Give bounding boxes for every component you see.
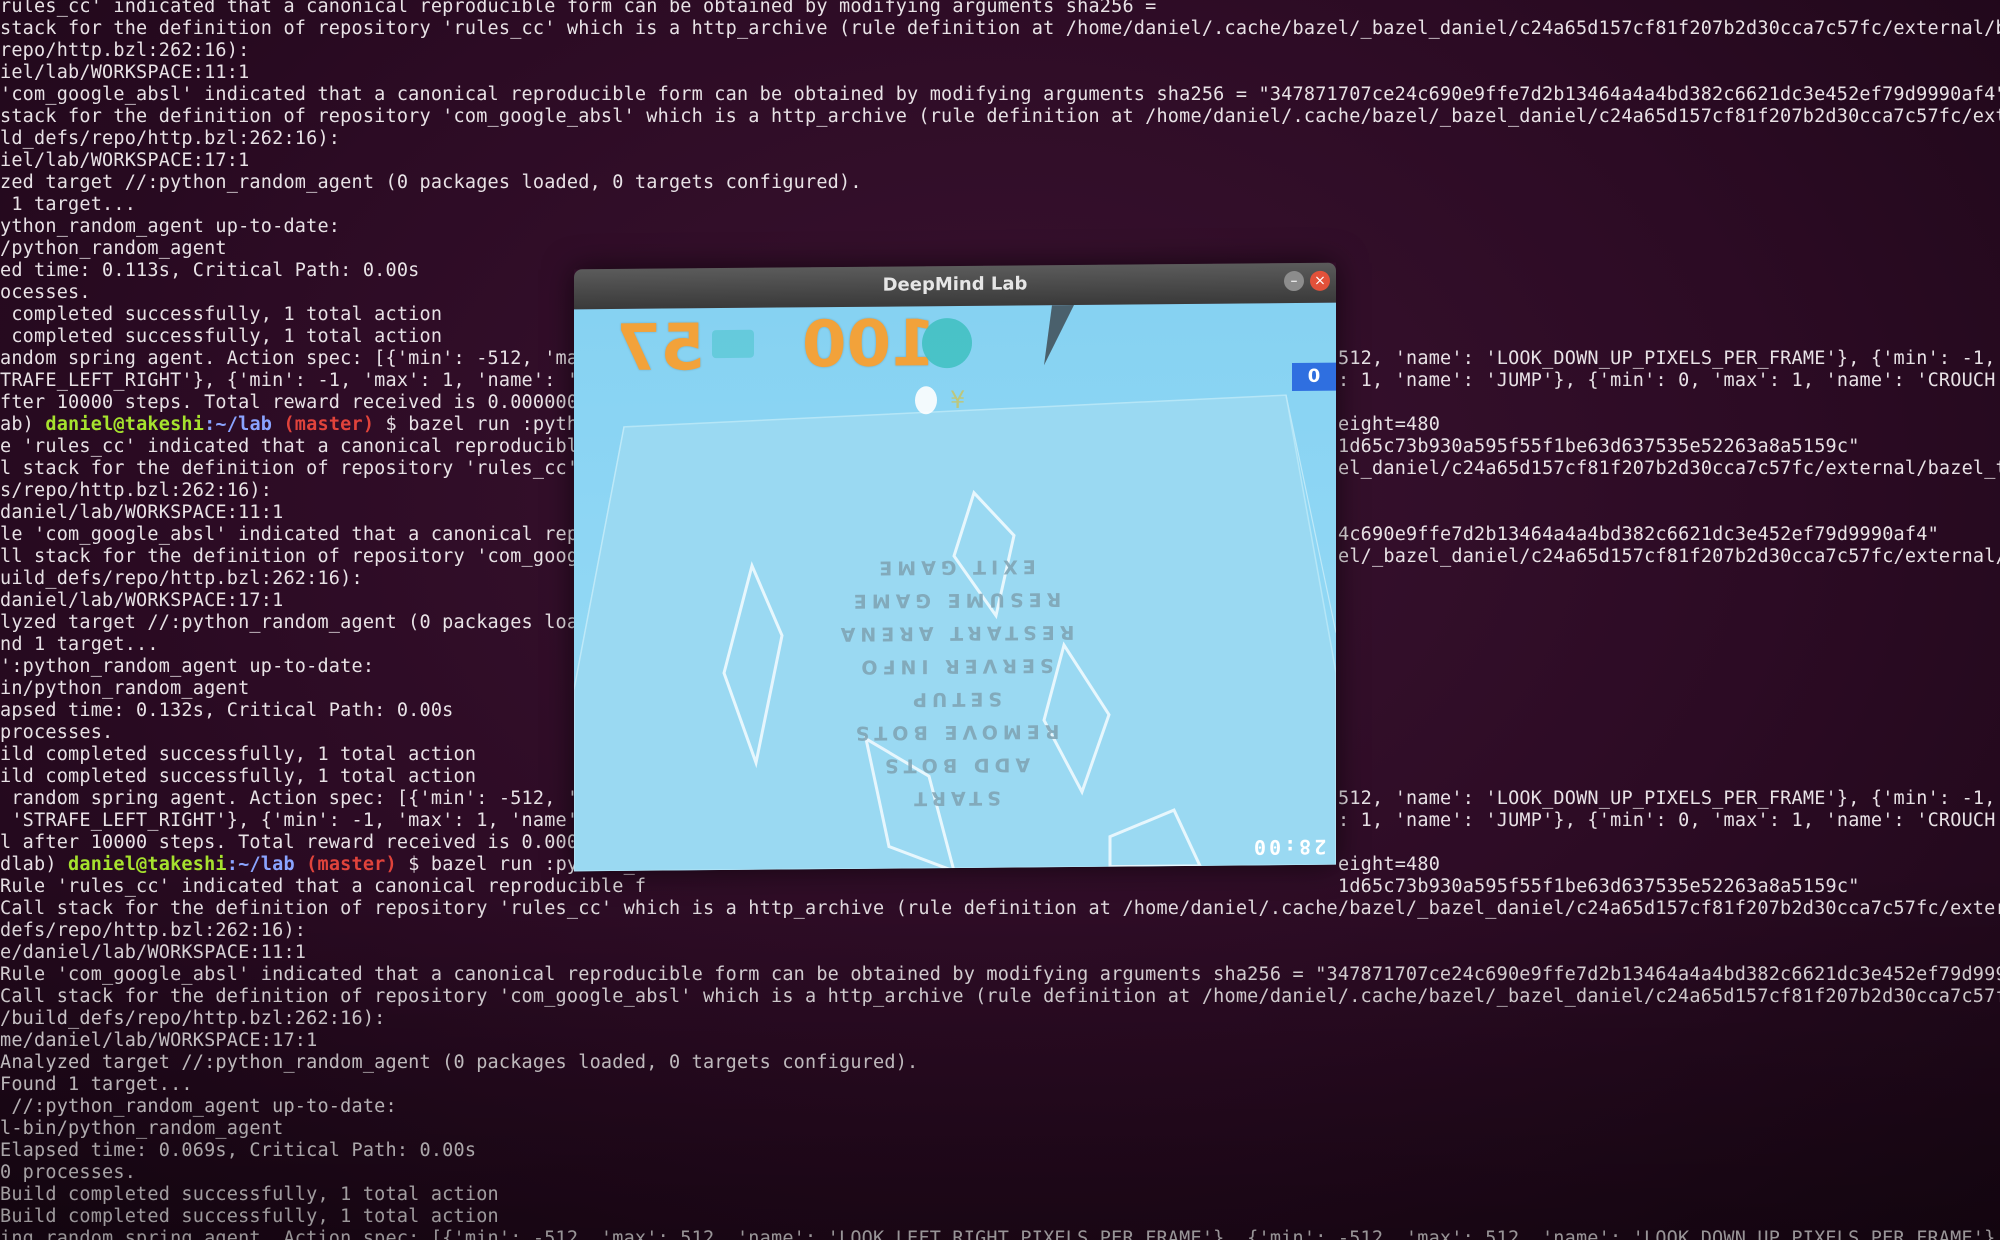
terminal-line: iel/lab/WORKSPACE:17:1 [0, 150, 250, 171]
terminal-line-right: 512, 'name': 'LOOK_DOWN_UP_PIXELS_PER_FR… [1338, 348, 2000, 369]
armor-icon [712, 329, 754, 359]
minimize-button[interactable]: – [1284, 270, 1304, 292]
terminal-line: l stack for the definition of repository… [0, 458, 624, 479]
terminal-line: random spring agent. Action spec: [{'min… [0, 788, 635, 809]
terminal-line: l-bin/python_random_agent [0, 1118, 284, 1139]
terminal-line: in/python_random_agent [0, 678, 250, 699]
terminal-line: Rule 'com_google_absl' indicated that a … [0, 964, 2000, 985]
hud-armor-value: 57 [616, 311, 706, 386]
close-button[interactable]: × [1310, 270, 1330, 291]
score-badge: 0 [1292, 362, 1336, 392]
window-title: DeepMind Lab [882, 273, 1028, 296]
terminal-line-right: 4c690e9ffe7d2b13464a4a4bd382c6621dc3e452… [1338, 524, 1939, 545]
terminal-line: completed successfully, 1 total action [0, 304, 443, 325]
terminal-line: e/daniel/lab/WORKSPACE:11:1 [0, 942, 307, 963]
terminal-line-right: : 1, 'name': 'JUMP'}, {'min': 0, 'max': … [1338, 810, 2000, 831]
terminal-line: Call stack for the definition of reposit… [0, 986, 2000, 1007]
terminal-line: fter 10000 steps. Total reward received … [0, 392, 579, 413]
terminal-line: /build_defs/repo/http.bzl:262:16): [0, 1008, 386, 1029]
ghost-shadow-glyph: ¥ [950, 386, 965, 414]
ceiling-spike [1044, 304, 1074, 366]
terminal-line: stack for the definition of repository '… [0, 106, 2000, 127]
health-icon [922, 317, 972, 369]
terminal-line: andom spring agent. Action spec: [{'min'… [0, 348, 613, 369]
terminal-line: /python_random_agent [0, 238, 227, 259]
terminal-line: nd 1 target... [0, 634, 159, 655]
terminal-line: le 'com_google_absl' indicated that a ca… [0, 524, 624, 545]
terminal-line: Analyzed target //:python_random_agent (… [0, 1052, 919, 1073]
terminal-line: ild completed successfully, 1 total acti… [0, 744, 477, 765]
terminal-line: me/daniel/lab/WORKSPACE:17:1 [0, 1030, 318, 1051]
terminal-line: Rule 'rules_cc' indicated that a canonic… [0, 876, 647, 897]
terminal-line: defs/repo/http.bzl:262:16): [0, 920, 307, 941]
terminal-line: Build completed successfully, 1 total ac… [0, 1206, 499, 1227]
terminal-line: 'com_google_absl' indicated that a canon… [0, 84, 2000, 105]
match-timer: 28:00 [1250, 834, 1326, 860]
terminal-line: ed time: 0.113s, Critical Path: 0.00s [0, 260, 420, 281]
terminal-line: completed successfully, 1 total action [0, 326, 443, 347]
terminal-line: ython_random_agent up-to-date: [0, 216, 341, 237]
terminal-line: stack for the definition of repository '… [0, 18, 2000, 39]
terminal-line: zed target //:python_random_agent (0 pac… [0, 172, 862, 193]
terminal-line-right: 1d65c73b930a595f55f1be63d637535e52263a8a… [1338, 436, 1860, 457]
terminal-line: daniel/lab/WORKSPACE:17:1 [0, 590, 284, 611]
terminal-line: processes. [0, 722, 114, 743]
terminal-line: s/repo/http.bzl:262:16): [0, 480, 273, 501]
game-viewport[interactable]: ¥ 57 100 0 EXIT GAME RESUME GAME RESTART A… [574, 302, 1336, 872]
terminal-line: //:python_random_agent up-to-date: [0, 1096, 397, 1117]
terminal-line: ld_defs/repo/http.bzl:262:16): [0, 128, 341, 149]
terminal-line: daniel/lab/WORKSPACE:11:1 [0, 502, 284, 523]
terminal-line: iel/lab/WORKSPACE:11:1 [0, 62, 250, 83]
terminal-line-right: 512, 'name': 'LOOK_DOWN_UP_PIXELS_PER_FR… [1338, 788, 2000, 809]
terminal-line: apsed time: 0.132s, Critical Path: 0.00s [0, 700, 454, 721]
terminal-line: Call stack for the definition of reposit… [0, 898, 2000, 919]
terminal-line: ocesses. [0, 282, 91, 303]
deepmind-lab-window[interactable]: DeepMind Lab – × ¥ 57 100 0 EXIT GAME RE… [574, 262, 1336, 872]
terminal-line: e 'rules_cc' indicated that a canonical … [0, 436, 624, 457]
terminal-line: 'STRAFE_LEFT_RIGHT'}, {'min': -1, 'max':… [0, 810, 647, 831]
terminal-line-right: el_daniel/c24a65d157cf81f207b2d30cca7c57… [1338, 458, 2000, 479]
terminal-line-right: 1d65c73b930a595f55f1be63d637535e52263a8a… [1338, 876, 1860, 897]
terminal-line: 0 processes. [0, 1162, 137, 1183]
terminal-line-right: eight=480 [1338, 854, 1441, 875]
terminal-line: dlab) daniel@takeshi:~/lab (master) $ ba… [0, 854, 635, 875]
terminal-line: ll stack for the definition of repositor… [0, 546, 624, 567]
terminal-line: Build completed successfully, 1 total ac… [0, 1184, 499, 1205]
terminal-line: 1 target... [0, 194, 137, 215]
terminal-line-right: el/_bazel_daniel/c24a65d157cf81f207b2d30… [1338, 546, 2000, 567]
terminal-line: ild completed successfully, 1 total acti… [0, 766, 477, 787]
ghost-figure [915, 386, 937, 415]
terminal-line: rules_cc' indicated that a canonical rep… [0, 0, 1157, 17]
terminal-line: lyzed target //:python_random_agent (0 p… [0, 612, 624, 633]
terminal-line-right: : 1, 'name': 'JUMP'}, {'min': 0, 'max': … [1338, 370, 2000, 391]
terminal-line: TRAFE_LEFT_RIGHT'}, {'min': -1, 'max': 1… [0, 370, 624, 391]
terminal-line: l after 10000 steps. Total reward receiv… [0, 832, 613, 853]
title-bar[interactable]: DeepMind Lab – × [574, 262, 1336, 310]
terminal-line: Found 1 target... [0, 1074, 193, 1095]
terminal-line: ab) daniel@takeshi:~/lab (master) $ baze… [0, 414, 613, 435]
terminal-line-right: eight=480 [1338, 414, 1441, 435]
terminal-line: repo/http.bzl:262:16): [0, 40, 250, 61]
terminal-line: ':python_random_agent up-to-date: [0, 656, 375, 677]
terminal-line: ing random spring agent. Action spec: [{… [0, 1228, 2000, 1240]
terminal-line: Elapsed time: 0.069s, Critical Path: 0.0… [0, 1140, 477, 1161]
terminal-line: uild_defs/repo/http.bzl:262:16): [0, 568, 363, 589]
hud-health-value: 100 [802, 307, 936, 383]
